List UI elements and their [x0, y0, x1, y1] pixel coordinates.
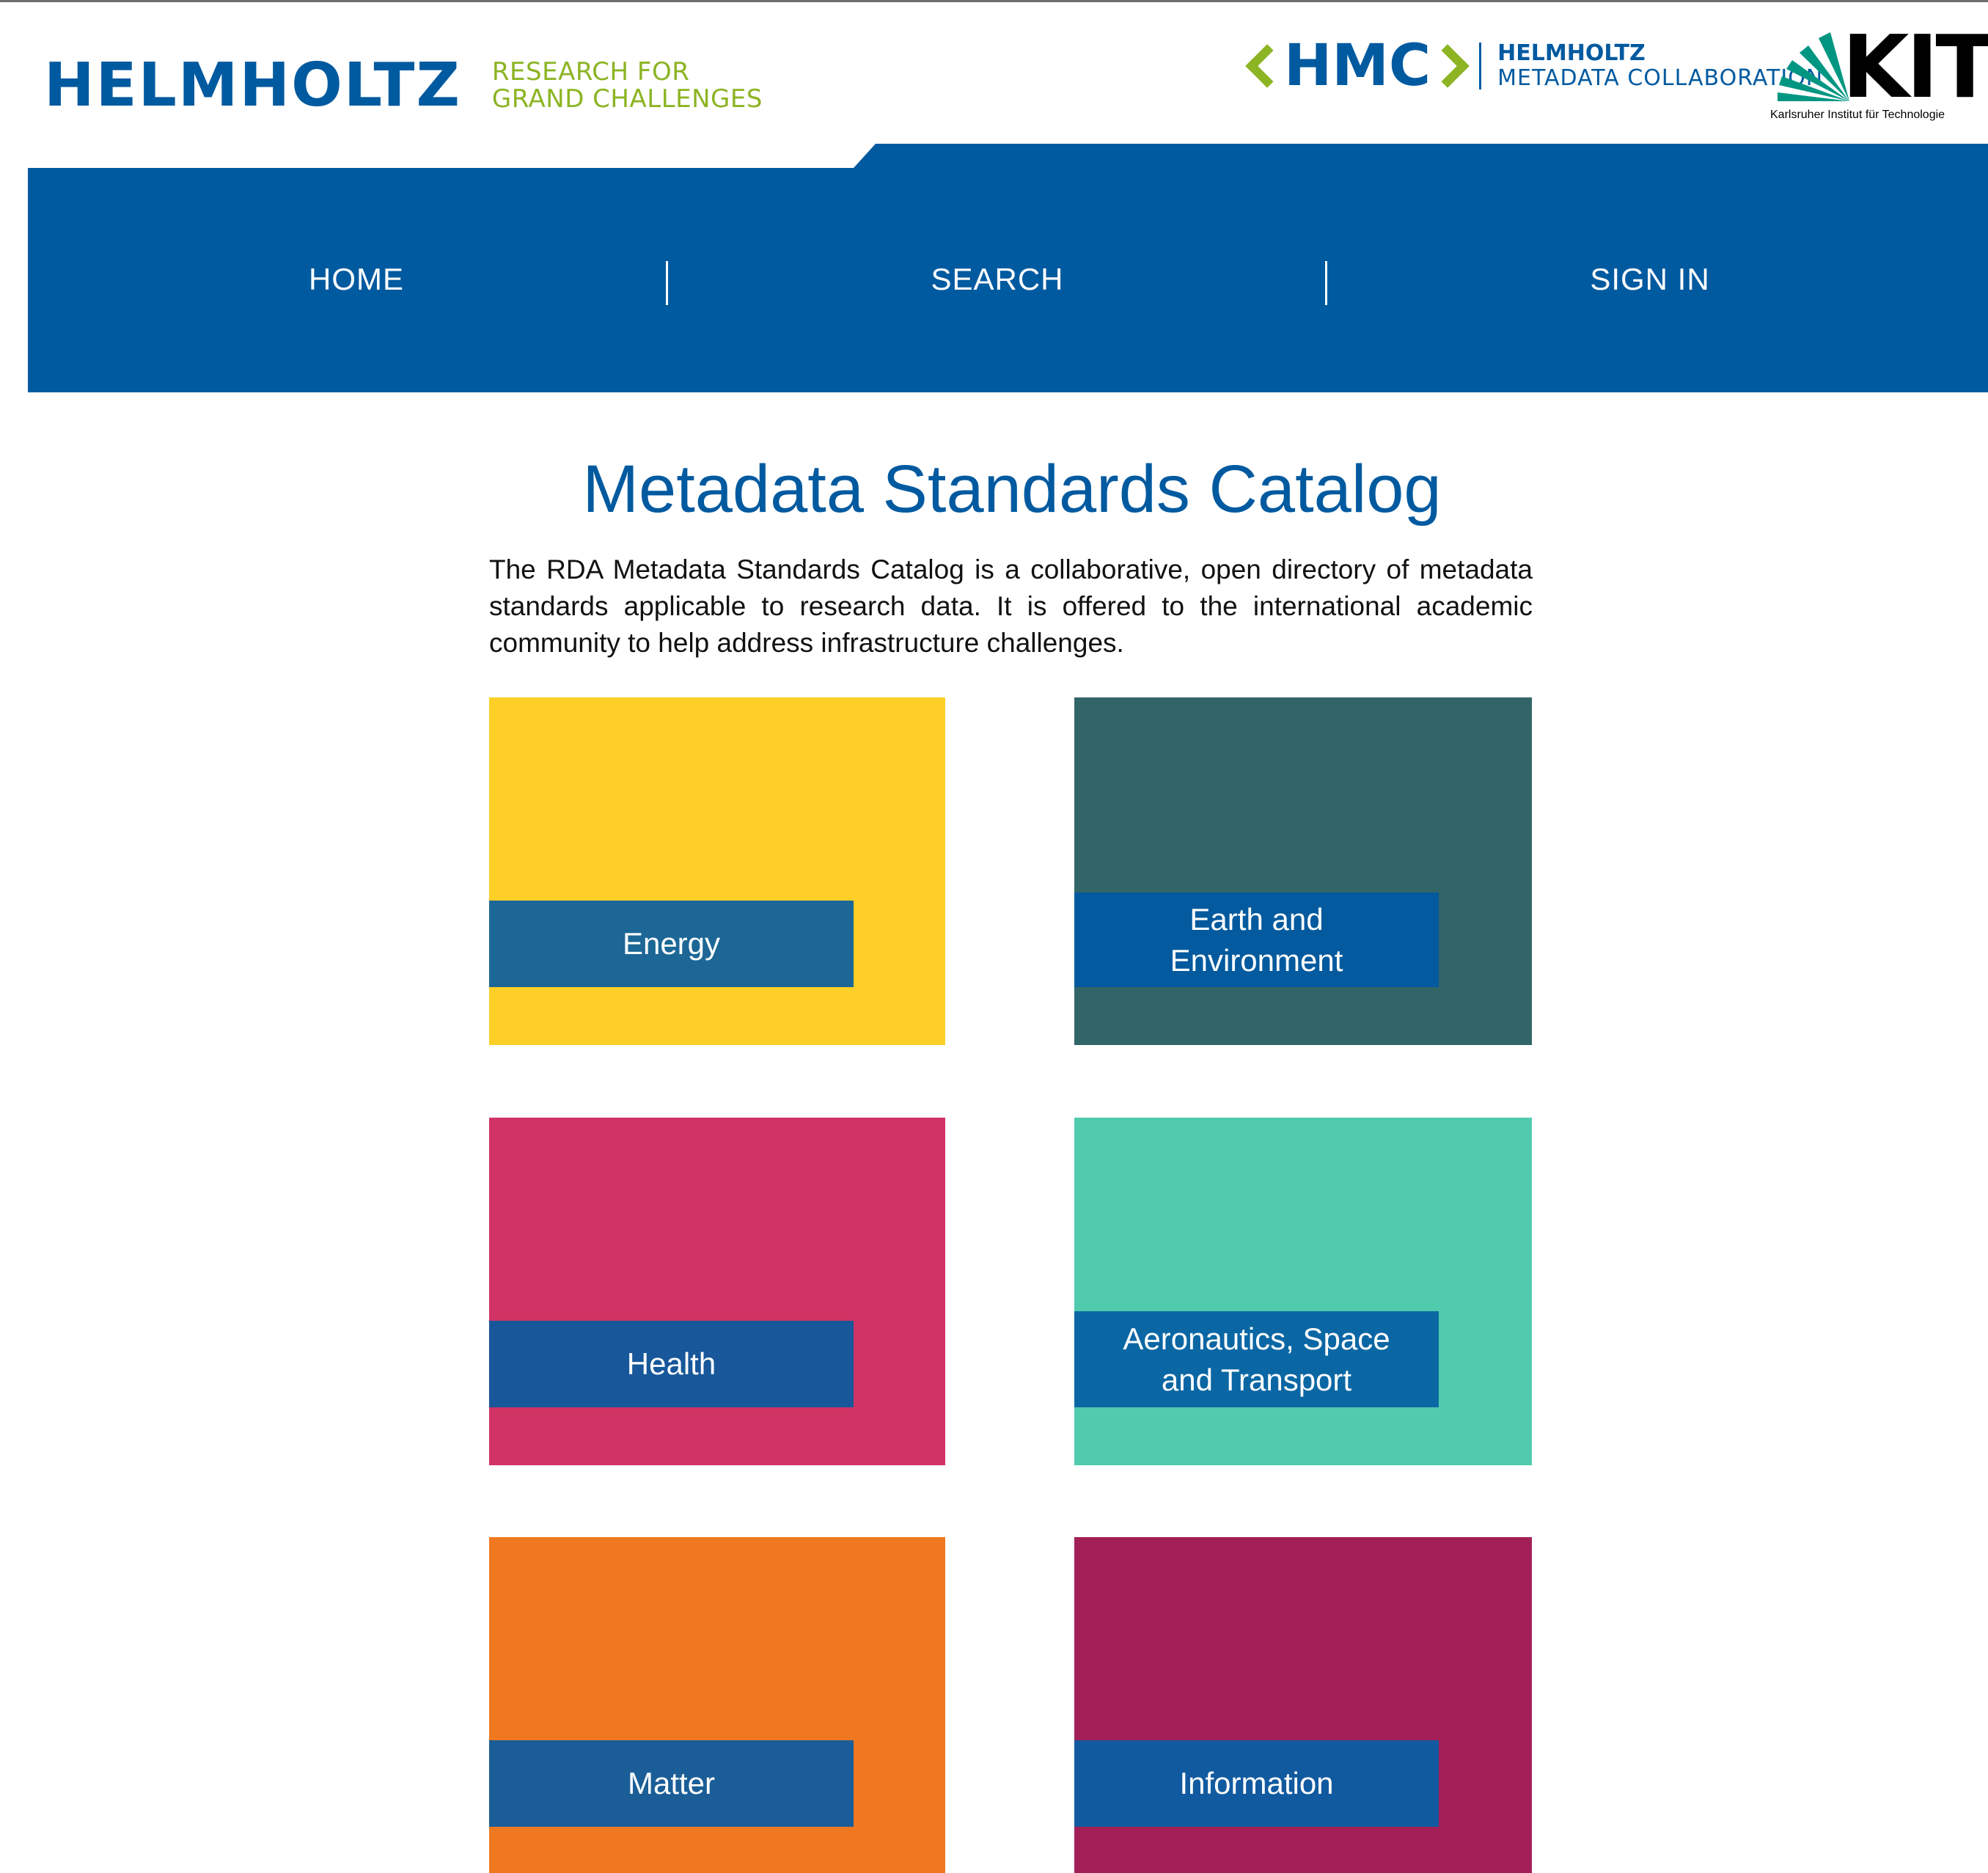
tile-energy-label-line: Energy	[622, 926, 721, 961]
kit-logo[interactable]: KIT Karlsruher Institut für Technologie	[1769, 23, 1988, 125]
tile-energy-label[interactable]: Energy	[489, 901, 854, 987]
window-top-border	[0, 0, 1988, 2]
tile-earth-and-environment-label[interactable]: Earth and Environment	[1074, 892, 1439, 987]
tile-health-label[interactable]: Health	[489, 1321, 854, 1407]
nav-separator	[1325, 261, 1327, 305]
tile-energy[interactable]: Energy	[489, 697, 945, 1045]
tile-matter-label-line: Matter	[627, 1766, 716, 1800]
nav-home-link[interactable]: HOME	[246, 261, 466, 298]
tile-health[interactable]: Health	[489, 1118, 945, 1465]
helmholtz-logo-word: HELMHOLTZ	[44, 51, 461, 120]
helmholtz-tagline: RESEARCH FOR GRAND CHALLENGES	[492, 59, 763, 113]
tile-aeronautics-label-line1: Aeronautics, Space	[1123, 1321, 1390, 1356]
tile-health-label-line: Health	[626, 1346, 716, 1381]
chevron-left-icon	[1245, 44, 1289, 88]
helmholtz-logo[interactable]: HELMHOLTZ RESEARCH FOR GRAND CHALLENGES	[44, 53, 763, 119]
tile-earth-and-environment-label-line2: Environment	[1170, 942, 1343, 978]
tile-information[interactable]: Information	[1074, 1537, 1532, 1873]
page-title: Metadata Standards Catalog	[582, 452, 1442, 527]
tile-information-label-line: Information	[1179, 1766, 1334, 1800]
tile-information-label[interactable]: Information	[1074, 1740, 1439, 1827]
tile-aeronautics-label-line2: and Transport	[1161, 1362, 1352, 1397]
nav-search-link[interactable]: SEARCH	[887, 261, 1107, 298]
tile-matter[interactable]: Matter	[489, 1537, 945, 1873]
nav-separator	[666, 261, 668, 305]
tile-aeronautics-space-and-transport[interactable]: Aeronautics, Space and Transport	[1074, 1118, 1532, 1465]
hmc-logo-word: HMC	[1284, 33, 1431, 99]
tile-earth-and-environment[interactable]: Earth and Environment	[1074, 697, 1532, 1045]
helmholtz-tagline-line2: GRAND CHALLENGES	[491, 84, 763, 114]
tile-matter-label[interactable]: Matter	[489, 1740, 854, 1827]
hmc-logo[interactable]: HMC HELMHOLTZ METADATA COLLABORATION	[1243, 37, 1823, 95]
nav-sign-in-link[interactable]: SIGN IN	[1540, 261, 1760, 298]
tile-aeronautics-space-and-transport-label[interactable]: Aeronautics, Space and Transport	[1074, 1311, 1439, 1407]
kit-logo-subtitle: Karlsruher Institut für Technologie	[1770, 109, 1945, 121]
kit-logo-word: KIT	[1842, 16, 1988, 117]
helmholtz-tagline-line1: RESEARCH FOR	[491, 57, 690, 87]
tile-earth-and-environment-label-line1: Earth and	[1189, 901, 1324, 936]
hmc-logo-divider	[1479, 43, 1482, 89]
intro-paragraph: The RDA Metadata Standards Catalog is a …	[489, 554, 1533, 658]
chevron-right-icon	[1426, 44, 1470, 88]
